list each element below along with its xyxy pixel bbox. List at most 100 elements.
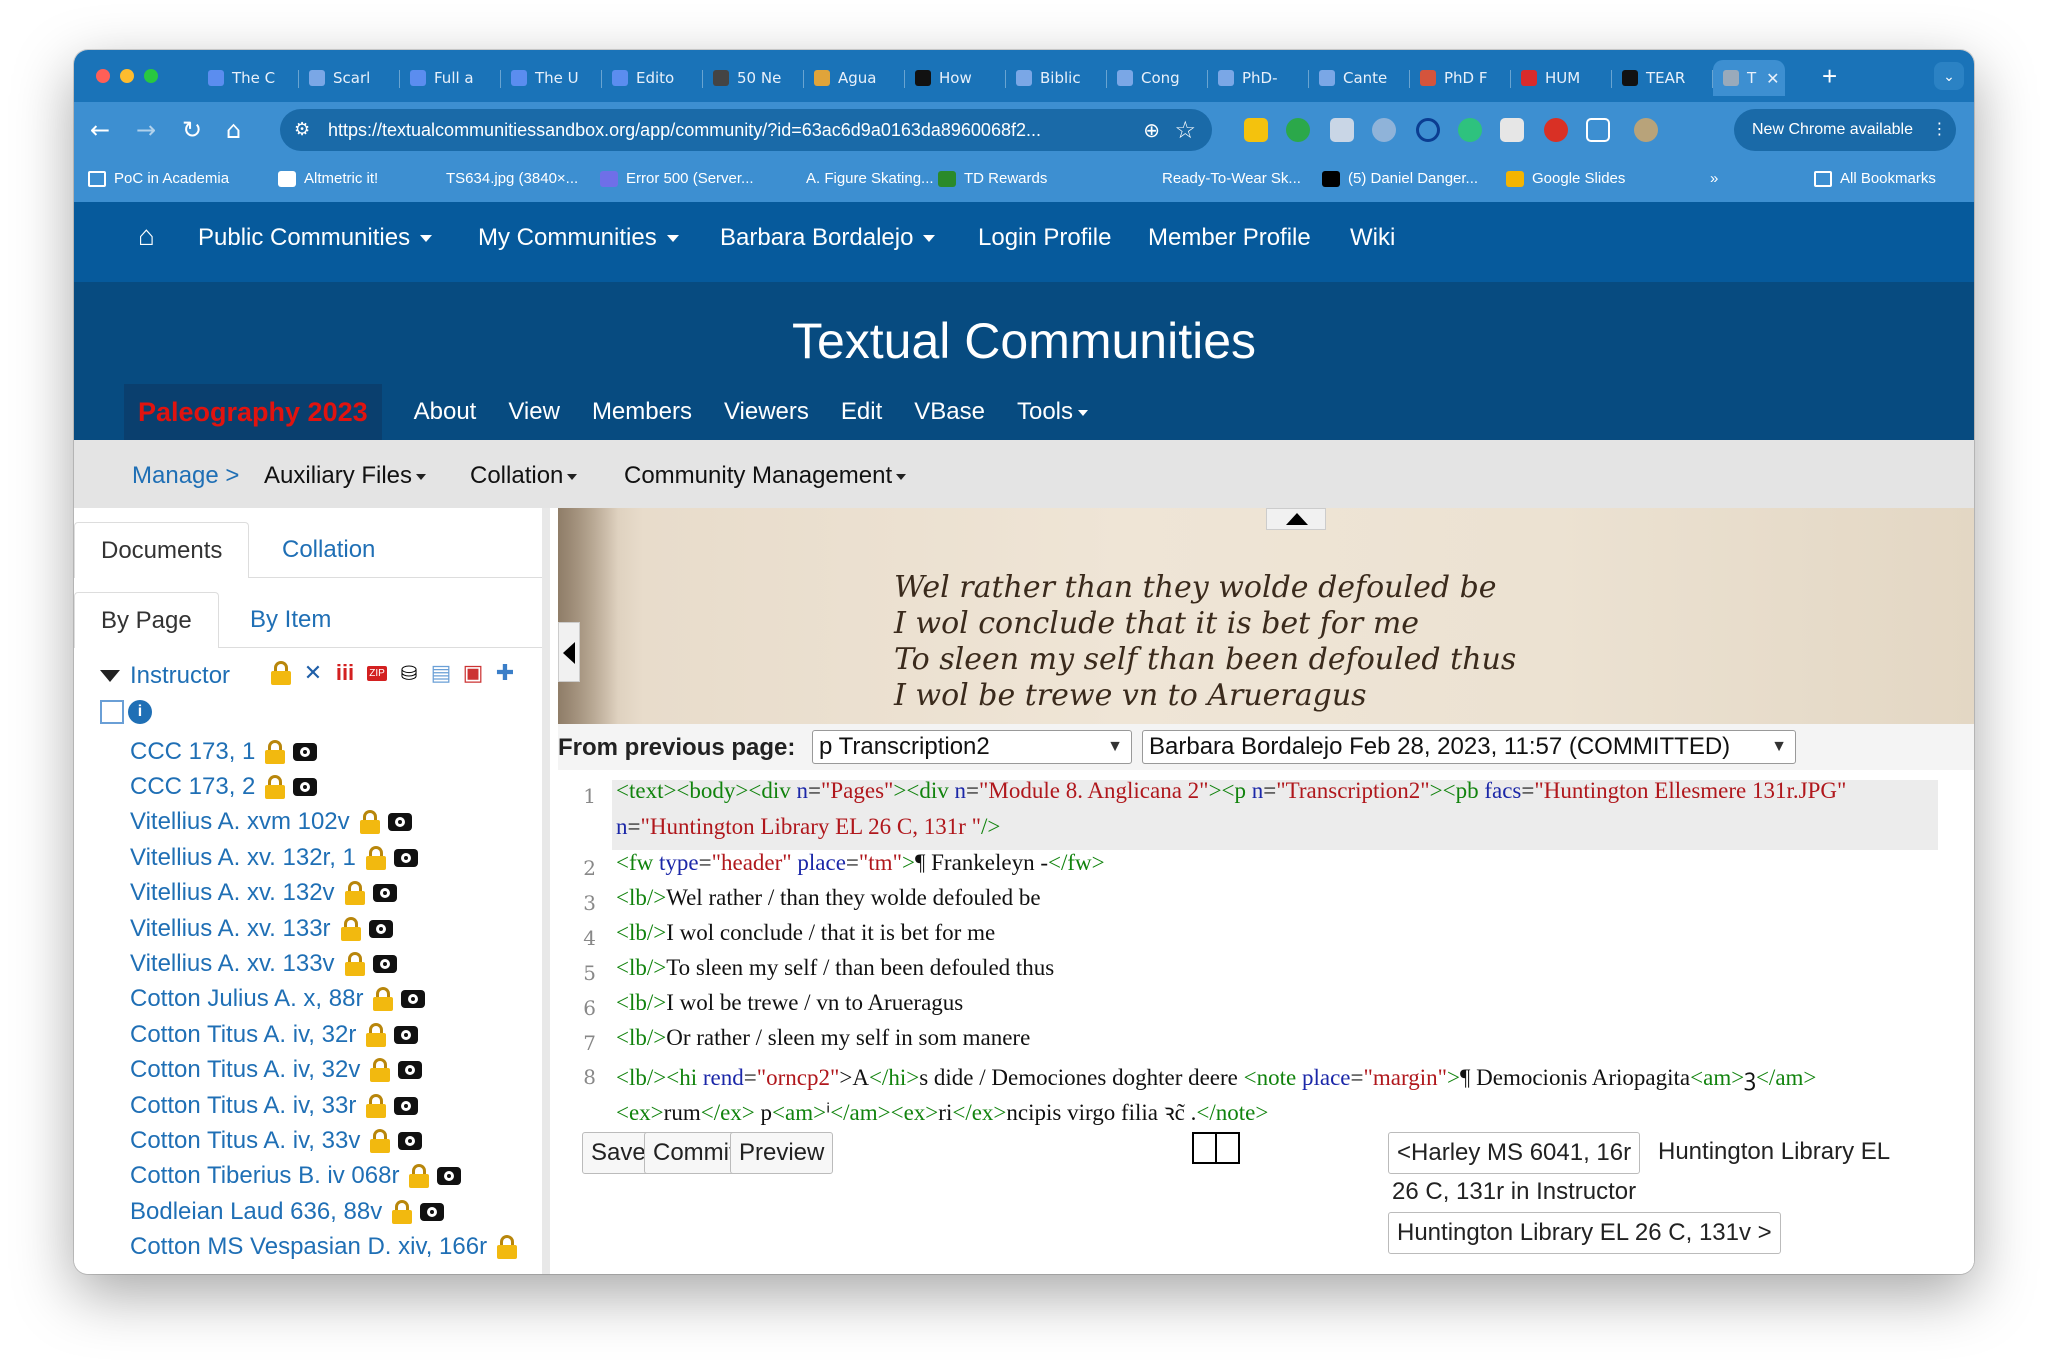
collapse-image-left-icon[interactable]: [558, 622, 580, 682]
camera-icon[interactable]: [387, 813, 412, 832]
lock-icon[interactable]: [344, 952, 365, 977]
document-item[interactable]: Cotton Julius A. x, 88r: [130, 982, 517, 1017]
my-communities-menu[interactable]: My Communities: [478, 224, 679, 252]
browser-tab[interactable]: TEAR: [1612, 60, 1713, 96]
image-icon[interactable]: ▣: [460, 658, 486, 688]
previous-page-select[interactable]: p Transcription2 ▼: [812, 730, 1132, 764]
browser-tab[interactable]: Edito: [602, 60, 703, 96]
tools-icon[interactable]: ✕: [300, 658, 326, 688]
bookmark-item[interactable]: Ready-To-Wear Sk...: [1136, 170, 1301, 187]
lock-icon[interactable]: [265, 775, 286, 800]
new-chrome-available-button[interactable]: New Chrome available ⋮: [1734, 109, 1956, 151]
camera-icon[interactable]: [398, 1061, 423, 1080]
browser-tab[interactable]: Cong: [1107, 60, 1208, 96]
bookmark-item[interactable]: Altmetric it!: [278, 170, 378, 187]
extension-icon[interactable]: [1416, 118, 1440, 142]
bookmark-item[interactable]: Error 500 (Server...: [600, 170, 754, 187]
home-icon[interactable]: ⌂: [138, 220, 155, 252]
browser-tab[interactable]: PhD-: [1208, 60, 1309, 96]
active-browser-tab[interactable]: T ✕: [1713, 60, 1785, 96]
minimize-window-button[interactable]: [120, 69, 134, 83]
about-link[interactable]: About: [414, 398, 477, 426]
collation-menu[interactable]: Collation: [470, 462, 578, 490]
collapse-triangle-icon[interactable]: [100, 670, 120, 682]
more-bookmarks-button[interactable]: »: [1710, 170, 1718, 187]
lock-icon[interactable]: [265, 739, 286, 764]
extension-icon[interactable]: [1500, 118, 1524, 142]
document-item[interactable]: Cotton Titus A. iv, 32v: [130, 1053, 517, 1088]
manage-breadcrumb[interactable]: Manage >: [132, 462, 239, 490]
camera-icon[interactable]: [394, 1096, 419, 1115]
lock-icon[interactable]: [366, 1093, 387, 1118]
user-menu[interactable]: Barbara Bordalejo: [720, 224, 936, 252]
camera-icon[interactable]: [372, 884, 397, 903]
browser-tab[interactable]: Full a: [400, 60, 501, 96]
document-item[interactable]: Vitellius A. xv. 133v: [130, 946, 517, 981]
extension-icon[interactable]: [1330, 118, 1354, 142]
lock-icon[interactable]: [344, 881, 365, 906]
lock-icon[interactable]: [370, 1058, 391, 1083]
address-bar[interactable]: ⚙ https://textualcommunitiessandbox.org/…: [280, 109, 1212, 151]
info-icon[interactable]: i: [128, 700, 152, 724]
lock-icon[interactable]: [392, 1199, 413, 1224]
camera-icon[interactable]: [398, 1131, 423, 1150]
bookmark-item[interactable]: A. Figure Skating...: [780, 170, 934, 187]
lock-icon[interactable]: [370, 1128, 391, 1153]
member-profile-link[interactable]: Member Profile: [1148, 224, 1311, 252]
camera-icon[interactable]: [293, 778, 318, 797]
lock-icon[interactable]: [359, 810, 380, 835]
manuscript-image[interactable]: Wel rather than they wolde defouled be I…: [558, 508, 1974, 724]
bookmark-item[interactable]: All Bookmarks: [1814, 170, 1936, 187]
vbase-link[interactable]: VBase: [914, 398, 985, 426]
browser-tab[interactable]: Biblic: [1006, 60, 1107, 96]
tab-search-button[interactable]: ⌄: [1934, 62, 1964, 90]
tab-documents[interactable]: Documents: [74, 522, 250, 578]
close-tab-icon[interactable]: ✕: [1766, 69, 1779, 88]
next-page-button[interactable]: Huntington Library EL 26 C, 131v >: [1388, 1212, 1781, 1254]
community-management-menu[interactable]: Community Management: [624, 462, 907, 490]
browser-tab[interactable]: The C: [198, 60, 299, 96]
browser-tab[interactable]: 50 Ne: [703, 60, 804, 96]
bookmark-item[interactable]: TS634.jpg (3840×...: [420, 170, 578, 187]
collapse-image-up-icon[interactable]: [1266, 508, 1326, 530]
browser-tab[interactable]: The U: [501, 60, 602, 96]
camera-icon[interactable]: [401, 990, 426, 1009]
site-settings-icon[interactable]: ⚙: [294, 119, 310, 140]
zip-icon[interactable]: ZIP: [364, 658, 390, 688]
camera-icon[interactable]: [420, 1202, 445, 1221]
view-link[interactable]: View: [508, 398, 560, 426]
lock-icon[interactable]: [340, 916, 361, 941]
extension-icon[interactable]: [1458, 118, 1482, 142]
document-item[interactable]: Cotton Tiberius B. iv 068r: [130, 1159, 517, 1194]
browser-tab[interactable]: Cante: [1309, 60, 1410, 96]
lock-icon[interactable]: [268, 658, 294, 688]
extension-icon[interactable]: [1544, 118, 1568, 142]
forward-icon[interactable]: →: [136, 116, 156, 144]
viewers-link[interactable]: Viewers: [724, 398, 809, 426]
camera-icon[interactable]: [293, 742, 318, 761]
camera-icon[interactable]: [394, 1025, 419, 1044]
camera-icon[interactable]: [437, 1167, 462, 1186]
doc-icon[interactable]: [100, 700, 124, 724]
grammarly-icon[interactable]: [1286, 118, 1310, 142]
tab-collation[interactable]: Collation: [256, 522, 401, 578]
previous-page-button[interactable]: <Harley MS 6041, 16r: [1388, 1132, 1641, 1174]
tab-by-page[interactable]: By Page: [74, 592, 219, 648]
document-item[interactable]: Vitellius A. xv. 132r, 1: [130, 840, 517, 875]
lock-icon[interactable]: [373, 987, 394, 1012]
tab-by-item[interactable]: By Item: [224, 592, 357, 648]
bookmark-item[interactable]: PoC in Academia: [88, 170, 229, 187]
new-tab-button[interactable]: +: [1822, 62, 1837, 90]
wiki-link[interactable]: Wiki: [1350, 224, 1395, 252]
document-item[interactable]: Cotton Titus A. iv, 33r: [130, 1088, 517, 1123]
browser-tab[interactable]: PhD F: [1410, 60, 1511, 96]
document-icon[interactable]: ▤: [428, 658, 454, 688]
extension-icon[interactable]: [1244, 118, 1268, 142]
lock-icon[interactable]: [409, 1164, 430, 1189]
back-icon[interactable]: ←: [90, 116, 110, 144]
edit-link[interactable]: Edit: [841, 398, 882, 426]
bookmark-item[interactable]: Google Slides: [1506, 170, 1625, 187]
reload-icon[interactable]: ↻: [182, 116, 202, 144]
document-item[interactable]: Bodleian Laud 636, 88v: [130, 1194, 517, 1229]
bookmark-item[interactable]: TD Rewards: [938, 170, 1047, 187]
